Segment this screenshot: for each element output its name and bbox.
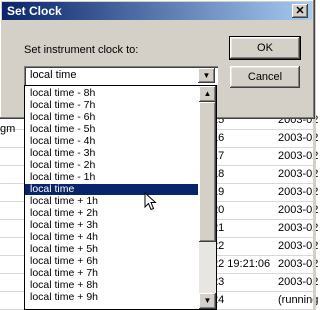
row-id: 22 19:21:06 (212, 258, 271, 270)
dropdown-option[interactable]: local time - 4h (25, 136, 198, 147)
dropdown-option[interactable]: local time - 8h (25, 88, 198, 99)
dropdown-option[interactable]: local time + 5h (25, 244, 198, 255)
dropdown-option[interactable]: local time - 2h (25, 160, 198, 171)
dropdown-option[interactable]: local time + 9h (25, 292, 198, 303)
scrollbar-thumb[interactable] (199, 102, 216, 242)
prompt-label: Set instrument clock to: (24, 44, 139, 56)
clock-offset-combobox[interactable]: local time ▼ (24, 66, 218, 85)
dialog-title: Set Clock (7, 4, 62, 18)
scroll-down-icon[interactable]: ▼ (199, 293, 216, 309)
dropdown-option[interactable]: local time + 4h (25, 232, 198, 243)
dropdown-option[interactable]: local time - 3h (25, 148, 198, 159)
combobox-value: local time (30, 69, 77, 81)
ok-button[interactable]: OK (229, 36, 301, 60)
dropdown-option[interactable]: local time + 2h (25, 208, 198, 219)
chevron-down-icon[interactable]: ▼ (198, 68, 215, 83)
dropdown-option[interactable]: local time + 3h (25, 220, 198, 231)
dropdown-option[interactable]: local time - 5h (25, 124, 198, 135)
dropdown-option[interactable]: local time + 1h (25, 196, 198, 207)
dropdown-option[interactable]: local time - 1h (25, 172, 198, 183)
dropdown-option[interactable]: local time + 8h (25, 280, 198, 291)
scroll-up-icon[interactable]: ▲ (199, 86, 216, 102)
dialog-titlebar[interactable]: Set Clock ✕ (2, 2, 312, 20)
close-button[interactable]: ✕ (292, 4, 308, 18)
dropdown-option[interactable]: local time (25, 184, 198, 195)
dropdown-option[interactable]: local time + 6h (25, 256, 198, 267)
dropdown-option[interactable]: local time - 7h (25, 100, 198, 111)
background-column-fragment: gm (0, 123, 16, 135)
dropdown-option[interactable]: local time + 7h (25, 268, 198, 279)
dropdown-scrollbar[interactable]: ▲ ▼ (199, 86, 216, 309)
cancel-button[interactable]: Cancel (230, 66, 300, 88)
close-icon: ✕ (295, 5, 305, 17)
dropdown-option[interactable]: local time - 6h (25, 112, 198, 123)
clock-offset-dropdown[interactable]: local time - 8h local time - 7h local time… (24, 85, 217, 310)
mouse-pointer-icon (144, 192, 157, 211)
